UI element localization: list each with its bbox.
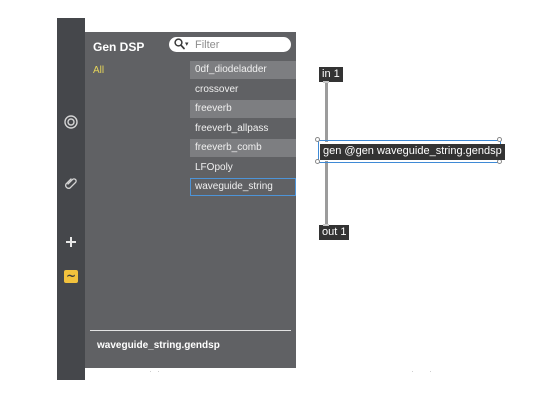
outlet-port[interactable]	[323, 81, 329, 83]
paperclip-icon[interactable]	[57, 176, 85, 190]
search-icon	[174, 38, 185, 50]
outlet-object[interactable]: out 1	[319, 225, 350, 240]
target-icon[interactable]	[57, 115, 85, 129]
panel-title: Gen DSP	[93, 40, 145, 54]
patch-cord-in[interactable]	[325, 80, 328, 142]
resize-handle[interactable]	[497, 137, 502, 142]
list-item-selected[interactable]: waveguide_string	[190, 178, 296, 196]
list-item[interactable]: freeverb_allpass	[190, 119, 296, 138]
canvas-dot	[150, 371, 151, 372]
list-item[interactable]: freeverb_comb	[190, 139, 296, 157]
canvas-dot	[430, 371, 431, 372]
patch-list: 0df_diodeladder crossover freeverb freev…	[190, 61, 296, 198]
selected-file-label: waveguide_string.gendsp	[97, 340, 220, 351]
inlet-object[interactable]: in 1	[319, 67, 343, 82]
sidebar-strip: ~	[57, 18, 85, 380]
patch-cord-out[interactable]	[325, 161, 328, 227]
search-field[interactable]: ▾	[169, 37, 291, 52]
inlet-port[interactable]	[323, 224, 329, 226]
list-item[interactable]: freeverb	[190, 100, 296, 118]
list-item[interactable]: 0df_diodeladder	[190, 61, 296, 79]
plus-icon[interactable]	[57, 236, 85, 248]
category-all[interactable]: All	[93, 65, 104, 76]
resize-handle[interactable]	[315, 137, 320, 142]
tilde-icon[interactable]: ~	[64, 270, 78, 283]
chevron-down-icon[interactable]: ▾	[185, 40, 189, 48]
search-input[interactable]	[195, 37, 285, 52]
gen-dsp-panel: Gen DSP ▾ All 0df_diodeladder crossover …	[85, 32, 296, 368]
footer-divider	[90, 330, 291, 331]
list-item[interactable]: LFOpoly	[190, 158, 296, 177]
canvas-dot	[158, 371, 159, 372]
gen-object[interactable]: gen @gen waveguide_string.gendsp	[320, 144, 505, 160]
canvas-dot	[412, 371, 413, 372]
list-item[interactable]: crossover	[190, 80, 296, 99]
